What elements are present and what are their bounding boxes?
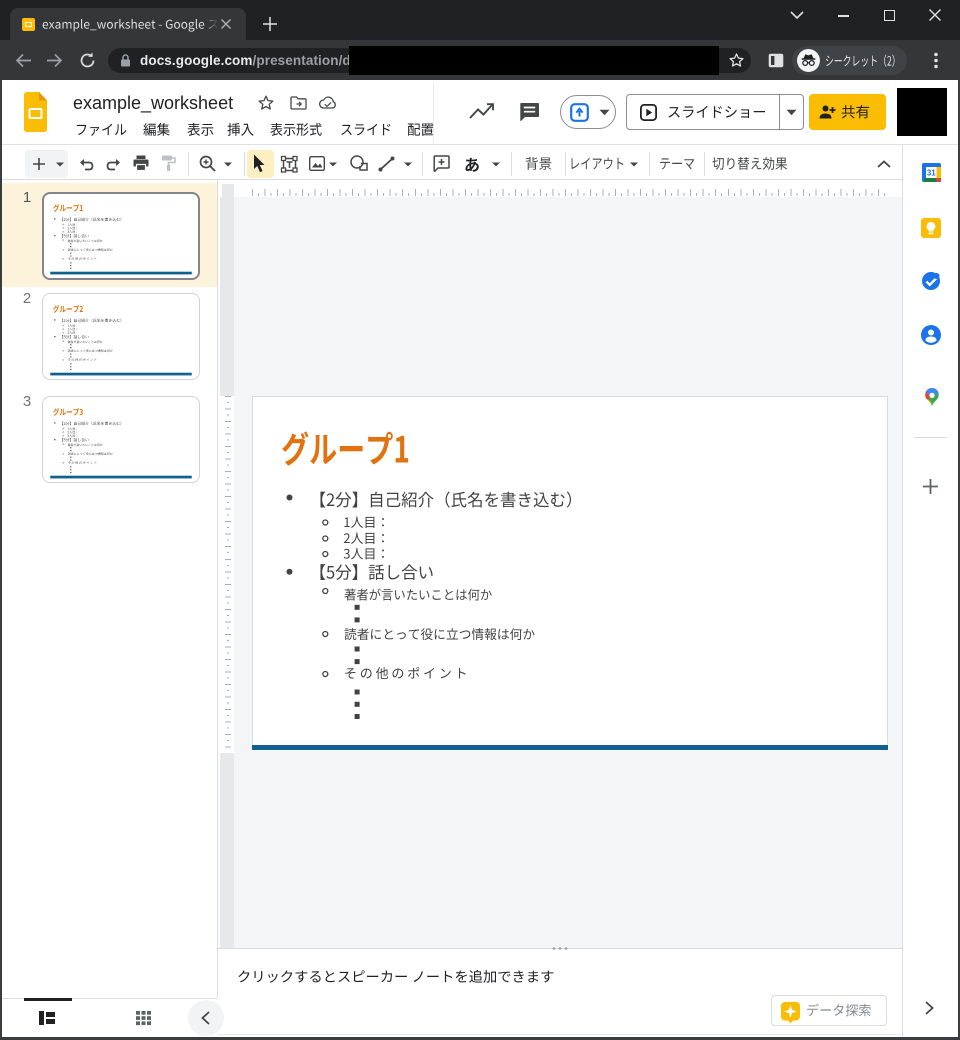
svg-text:31: 31 — [927, 169, 936, 178]
